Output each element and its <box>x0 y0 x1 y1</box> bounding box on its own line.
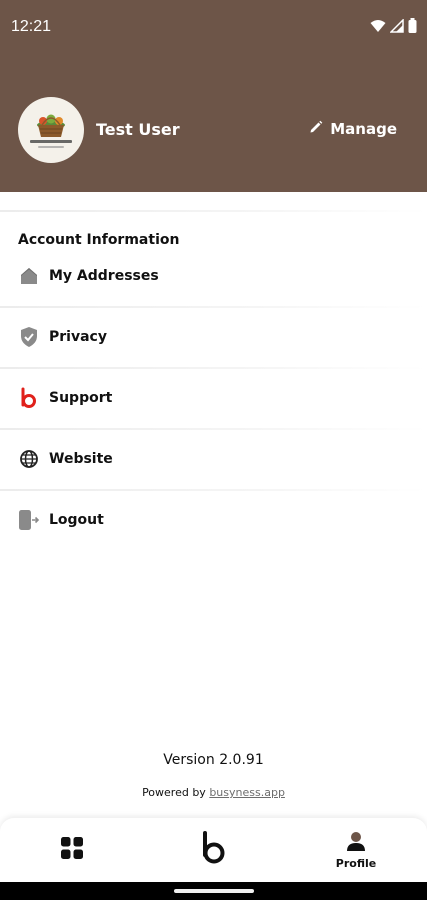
signal-icon <box>389 18 404 37</box>
menu-item-logout[interactable]: Logout <box>0 490 427 550</box>
shield-icon <box>18 326 40 348</box>
profile-header: 12:21 Test User Manage <box>0 0 427 192</box>
user-name: Test User <box>96 120 180 139</box>
menu-item-support[interactable]: Support <box>0 368 427 428</box>
manage-label: Manage <box>330 120 397 138</box>
app-version: Version 2.0.91 <box>163 752 264 768</box>
menu-item-website[interactable]: Website <box>0 429 427 489</box>
store-logo-avatar[interactable] <box>18 97 84 163</box>
nav-brand[interactable] <box>183 818 243 882</box>
menu-item-label: My Addresses <box>49 268 159 284</box>
divider <box>0 210 427 212</box>
powered-by-prefix: Powered by <box>142 786 206 799</box>
menu-item-privacy[interactable]: Privacy <box>0 307 427 367</box>
bottom-nav: Profile <box>0 818 427 882</box>
nav-profile-label: Profile <box>335 856 377 870</box>
menu-item-label: Privacy <box>49 329 107 345</box>
menu-item-label: Support <box>49 390 113 406</box>
status-bar: 12:21 <box>0 0 427 56</box>
powered-by: Powered by busyness.app <box>0 786 427 799</box>
globe-icon <box>18 448 40 470</box>
battery-icon <box>408 18 417 37</box>
manage-button[interactable]: Manage <box>309 120 397 138</box>
gesture-bar <box>0 882 427 900</box>
nav-home[interactable] <box>42 818 102 882</box>
home-icon <box>18 265 40 287</box>
menu-item-my-addresses[interactable]: My Addresses <box>0 246 427 306</box>
menu-item-label: Logout <box>49 512 104 528</box>
brand-b-icon <box>199 831 227 869</box>
busyness-b-icon <box>18 387 40 409</box>
profile-icon <box>346 831 366 855</box>
grid-icon <box>60 836 84 864</box>
store-logo-image <box>30 114 72 148</box>
menu-item-label: Website <box>49 451 113 467</box>
wifi-icon <box>370 18 386 37</box>
status-icons <box>370 18 417 37</box>
status-time: 12:21 <box>11 18 52 35</box>
gesture-handle[interactable] <box>174 889 254 893</box>
busyness-link[interactable]: busyness.app <box>209 786 285 799</box>
pencil-icon <box>309 120 323 138</box>
nav-profile[interactable]: Profile <box>326 818 386 882</box>
logout-icon <box>18 509 40 531</box>
